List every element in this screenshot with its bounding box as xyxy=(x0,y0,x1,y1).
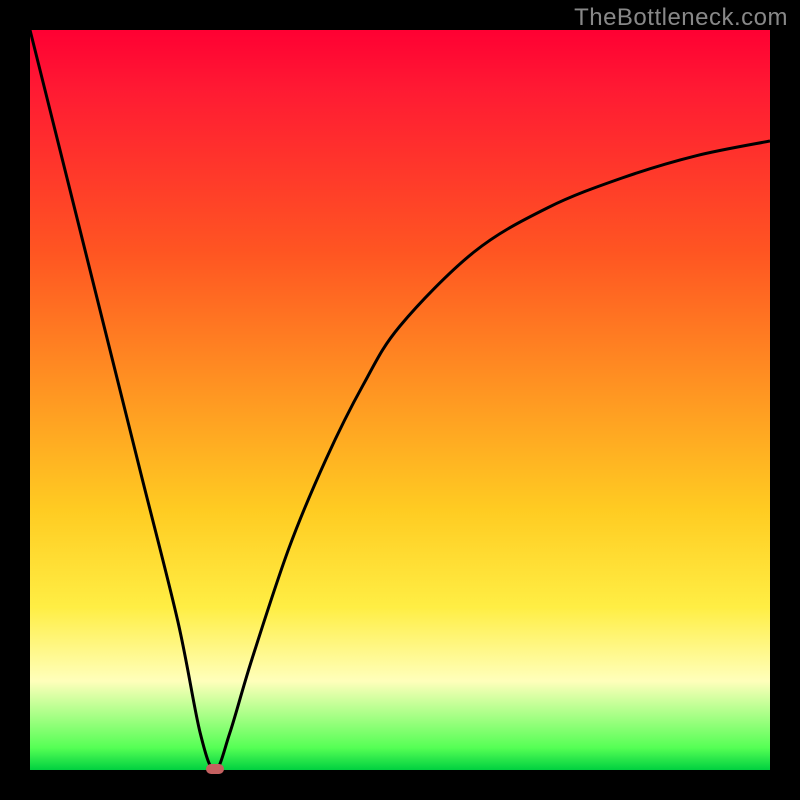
plot-area xyxy=(30,30,770,770)
curve-path xyxy=(30,30,770,770)
watermark-text: TheBottleneck.com xyxy=(574,4,788,32)
chart-frame: TheBottleneck.com xyxy=(0,0,800,800)
bottleneck-curve xyxy=(30,30,770,770)
min-point-marker xyxy=(206,764,224,774)
